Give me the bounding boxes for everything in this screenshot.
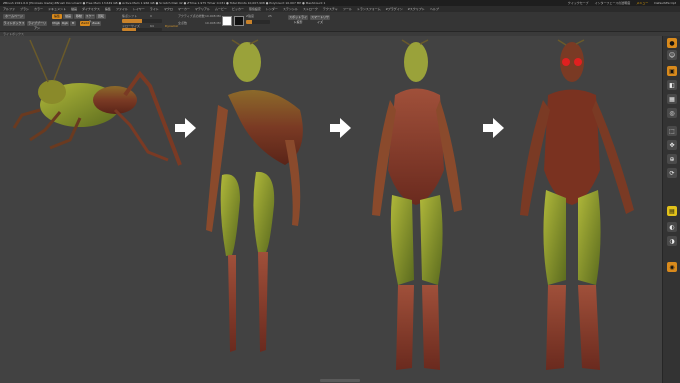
window-title: ZBrush 2021.6.6 [Hirokazu Ikeda] ZBrush … — [3, 1, 326, 5]
secondary-color-swatch[interactable] — [234, 16, 244, 26]
grasshopper-model[interactable] — [12, 37, 182, 166]
focal-shift-slider[interactable] — [122, 19, 162, 23]
parts-model[interactable] — [206, 39, 303, 352]
active-points-label: アクティブ点の総数 — [178, 14, 205, 18]
assembled-figure-model[interactable] — [372, 39, 462, 370]
spotlight-button[interactable]: スポットライト投影 — [288, 15, 308, 24]
rgb-button[interactable]: Rgb — [61, 21, 69, 26]
top-toolbar: ホームページ ライトボックス ライブブーリアン 編集 描画 移動 スケール 回転… — [0, 12, 680, 32]
rotate-button[interactable]: 回転 — [96, 14, 106, 19]
lightbox-button[interactable]: ライトボックス — [3, 21, 25, 26]
final-figure-model[interactable] — [520, 39, 634, 370]
persp-button[interactable]: ◧ — [667, 80, 677, 90]
active-points-value: 10.008 Mil — [205, 14, 221, 18]
dynamic-toggle[interactable]: Dynamic — [165, 24, 178, 28]
z-intensity-label: Z強度 — [246, 14, 255, 18]
zsub-button[interactable]: Zsub — [91, 21, 101, 26]
zoom3d-button[interactable]: ⊕ — [667, 154, 677, 164]
z-intensity-slider[interactable] — [246, 20, 270, 24]
rotate-view-button[interactable]: ⟳ — [667, 168, 677, 178]
draw-size-slider[interactable] — [122, 28, 162, 31]
focal-shift-value: 0 — [150, 14, 152, 18]
head-avatar-icon: ☺ — [667, 50, 677, 60]
arrow-icon — [175, 118, 196, 138]
scale-button[interactable]: スケール — [85, 14, 95, 23]
m-button[interactable]: M — [70, 21, 76, 26]
polyframe-button[interactable]: ▤ — [667, 206, 677, 216]
home-button[interactable]: ホームページ — [3, 14, 25, 19]
smart-resize-button[interactable]: スマートリサイズ — [310, 15, 330, 24]
frame-button[interactable]: ⬚ — [667, 126, 677, 136]
canvas-viewport[interactable] — [0, 36, 662, 383]
arrow-icon — [483, 118, 504, 138]
solo-button[interactable]: ◉ — [667, 262, 677, 272]
ghost-button[interactable]: ◑ — [667, 236, 677, 246]
bpr-render-button[interactable]: ● — [667, 38, 677, 48]
floor-button[interactable]: ▦ — [667, 94, 677, 104]
move-view-button[interactable]: ✥ — [667, 140, 677, 150]
zadd-button[interactable]: Zadd — [80, 21, 90, 26]
total-points-value: 10.008 Mil — [205, 21, 221, 25]
edit-button[interactable]: 編集 — [52, 14, 62, 19]
focal-shift-label: 焦点シフト — [122, 14, 138, 18]
z-intensity-value: 25 — [268, 14, 272, 18]
right-shelf: ● ☺ ▣ ◧ ▦ ◎ ⬚ ✥ ⊕ ⟳ ▤ ◐ ◑ ◉ — [662, 36, 680, 383]
draw-button[interactable]: 描画 — [63, 14, 73, 19]
total-points-label: 全点数 — [178, 21, 188, 25]
spix-button[interactable]: ▣ — [667, 66, 677, 76]
mrgb-button[interactable]: Mrgb — [52, 21, 60, 26]
scene-svg — [12, 37, 634, 370]
live-boolean-button[interactable]: ライブブーリアン — [27, 21, 47, 30]
bottom-scrollbar[interactable] — [320, 379, 360, 382]
local-button[interactable]: ◎ — [667, 108, 677, 118]
arrow-icon — [330, 118, 351, 138]
transp-button[interactable]: ◐ — [667, 222, 677, 232]
main-color-swatch[interactable] — [222, 16, 232, 26]
move-button[interactable]: 移動 — [74, 14, 84, 19]
